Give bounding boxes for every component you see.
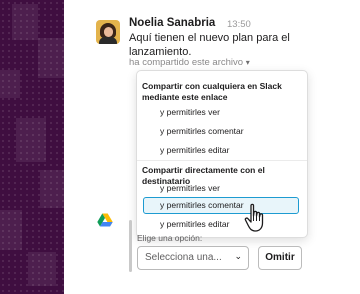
menu-item-link-comment[interactable]: y permitirles comentar (147, 125, 296, 138)
caret-down-icon[interactable]: ▾ (246, 58, 250, 67)
message-text: Aquí tienen el nuevo plan para el lanzam… (129, 32, 290, 58)
chevron-down-icon: ⌄ (234, 251, 242, 261)
option-select[interactable]: Selecciona una... ⌄ (137, 246, 249, 270)
menu-item-link-view[interactable]: y permitirles ver (147, 106, 296, 119)
menu-item-direct-comment[interactable]: y permitirles comentar (143, 197, 299, 214)
user-avatar[interactable] (96, 20, 120, 44)
share-options-menu: Compartir con cualquiera en Slack median… (136, 70, 308, 238)
section-title-link-share: Compartir con cualquiera en Slack median… (142, 81, 282, 102)
dismiss-button[interactable]: Omitir (258, 246, 302, 270)
message-timestamp[interactable]: 13:50 (227, 19, 251, 30)
hand-pointer-icon (244, 203, 264, 232)
shared-file-note[interactable]: ha compartido este archivo ▾ (129, 57, 250, 68)
menu-item-link-edit[interactable]: y permitirles editar (147, 144, 296, 157)
menu-item-direct-view[interactable]: y permitirles ver (147, 182, 296, 195)
google-drive-icon (97, 213, 113, 227)
select-placeholder: Selecciona una... (145, 252, 222, 263)
menu-divider (137, 160, 307, 161)
workspace-sidebar (0, 0, 64, 294)
menu-item-direct-edit[interactable]: y permitirles editar (147, 218, 296, 231)
choose-option-label: Elige una opción: (137, 233, 203, 243)
attachment-quote-bar (129, 220, 132, 272)
shared-file-label: ha compartido este archivo (129, 57, 244, 68)
author-name[interactable]: Noelia Sanabria (129, 17, 215, 29)
